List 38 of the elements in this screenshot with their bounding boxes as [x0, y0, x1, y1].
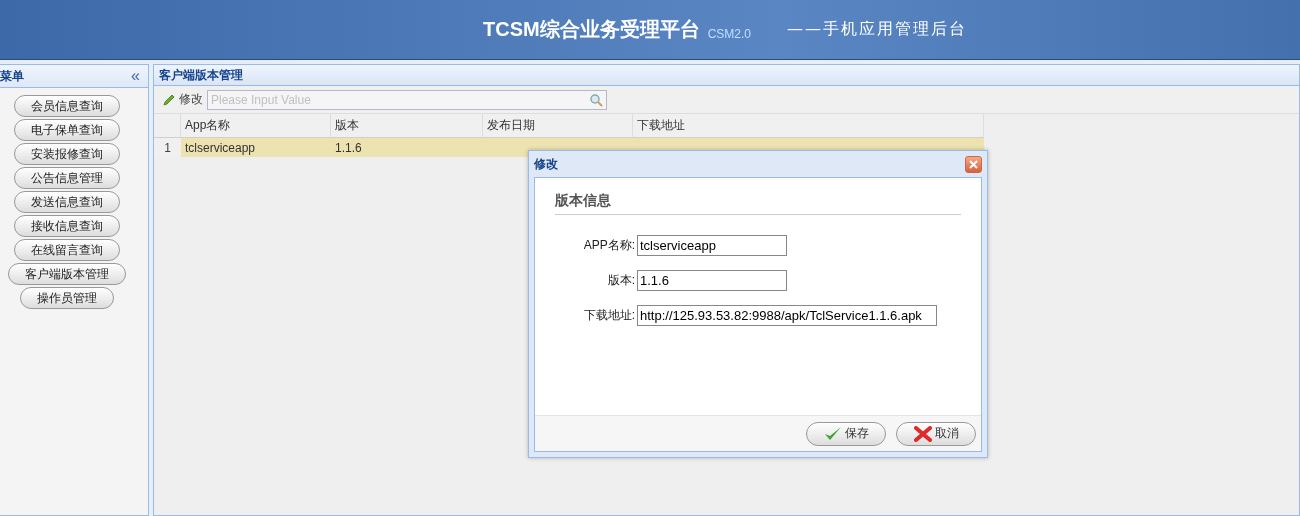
dialog-title: 修改: [534, 155, 558, 173]
edit-button[interactable]: 修改: [162, 91, 203, 108]
column-header: 下载地址: [633, 114, 984, 138]
section-title: 版本信息: [555, 192, 961, 215]
close-icon: [913, 425, 932, 442]
input-field[interactable]: tclserviceapp: [637, 235, 787, 256]
menu-button[interactable]: 客户端版本管理: [8, 263, 126, 285]
field-label: 版本:: [606, 272, 636, 289]
input-field[interactable]: http://125.93.53.82:9988/apk/TclService1.1.6.apk: [637, 305, 937, 326]
close-button[interactable]: [965, 155, 982, 173]
app-subtitle: ——手机应用管理后台: [787, 19, 967, 40]
menu-button[interactable]: 接收信息查询: [14, 215, 120, 237]
close-icon: [969, 159, 978, 169]
sidebar-title: 菜单: [0, 67, 24, 85]
version-label: CSM2.0: [707, 26, 751, 41]
field-label: APP名称:: [582, 237, 636, 254]
table-cell: 1.1.6: [331, 138, 483, 157]
cancel-button[interactable]: 取消: [896, 421, 976, 446]
menu-button[interactable]: 电子保单查询: [14, 119, 120, 141]
menu-button[interactable]: 公告信息管理: [14, 167, 120, 189]
pencil-icon: [162, 92, 176, 107]
check-icon: [823, 425, 842, 442]
table-cell: tclserviceapp: [181, 138, 331, 157]
menu-button[interactable]: 发送信息查询: [14, 191, 120, 213]
column-header: 发布日期: [483, 114, 633, 138]
app-title: TCSM综合业务受理平台: [483, 17, 700, 42]
menu-button[interactable]: 会员信息查询: [14, 95, 120, 117]
input-field[interactable]: 1.1.6: [637, 270, 787, 291]
column-header: 版本: [331, 114, 483, 138]
collapse-button[interactable]: «: [131, 67, 140, 85]
save-button[interactable]: 保存: [806, 421, 886, 446]
menu-button[interactable]: 操作员管理: [20, 287, 114, 309]
menu-button[interactable]: 在线留言查询: [14, 239, 120, 261]
search-icon: [589, 92, 603, 107]
field-label: 下载地址:: [582, 307, 636, 324]
panel-title: 客户端版本管理: [159, 66, 243, 84]
menu-button[interactable]: 安装报修查询: [14, 143, 120, 165]
column-header: App名称: [181, 114, 331, 138]
